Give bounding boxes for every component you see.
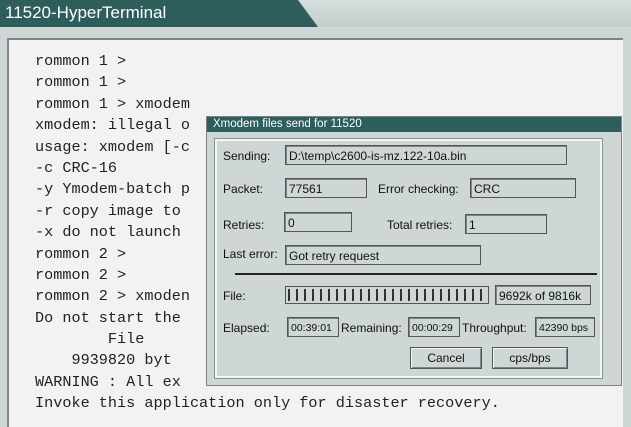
file-progress-text: 9692k of 9816k bbox=[495, 285, 591, 305]
elapsed-field: 00:39:01 bbox=[287, 317, 339, 337]
window-title: 11520-HyperTerminal bbox=[5, 3, 167, 22]
error-checking-field: CRC bbox=[470, 178, 576, 198]
total-retries-field: 1 bbox=[465, 214, 547, 234]
last-error-label: Last error: bbox=[223, 247, 278, 261]
terminal-line: Invoke this application only for disaste… bbox=[35, 394, 500, 413]
retries-label: Retries: bbox=[223, 218, 265, 232]
last-error-field: Got retry request bbox=[285, 245, 481, 265]
throughput-label: Throughput: bbox=[462, 321, 527, 335]
cancel-button[interactable]: Cancel bbox=[410, 347, 482, 369]
dialog-title[interactable]: Xmodem files send for 11520 bbox=[207, 117, 621, 132]
dialog-panel: Sending: D:\temp\c2600-is-mz.122-10a.bin… bbox=[214, 138, 603, 379]
file-label: File: bbox=[223, 289, 246, 303]
throughput-field: 42390 bps bbox=[535, 317, 595, 337]
elapsed-label: Elapsed: bbox=[223, 321, 270, 335]
file-progress-fill bbox=[288, 289, 483, 301]
separator-line bbox=[235, 273, 597, 275]
remaining-field: 00:00:29 bbox=[408, 317, 460, 337]
packet-label: Packet: bbox=[223, 182, 264, 196]
packet-field: 77561 bbox=[285, 178, 367, 198]
total-retries-label: Total retries: bbox=[387, 218, 453, 232]
hyperterminal-window: 11520-HyperTerminal rommon 1 > rommon 1 … bbox=[0, 0, 631, 427]
xmodem-send-dialog: Xmodem files send for 11520 Sending: D:\… bbox=[206, 116, 622, 386]
terminal-line: rommon 1 > bbox=[35, 52, 127, 70]
sending-field: D:\temp\c2600-is-mz.122-10a.bin bbox=[285, 145, 567, 165]
terminal-line: rommon 1 > bbox=[35, 73, 127, 92]
retries-field: 0 bbox=[284, 212, 352, 232]
sending-label: Sending: bbox=[223, 149, 271, 163]
title-bar-decoration bbox=[298, 0, 631, 27]
remaining-label: Remaining: bbox=[341, 321, 402, 335]
terminal-line: rommon 1 > xmodem bbox=[35, 94, 190, 113]
file-progress-bar bbox=[285, 286, 489, 304]
cps-bps-button[interactable]: cps/bps bbox=[492, 347, 568, 369]
error-checking-label: Error checking: bbox=[378, 182, 459, 196]
